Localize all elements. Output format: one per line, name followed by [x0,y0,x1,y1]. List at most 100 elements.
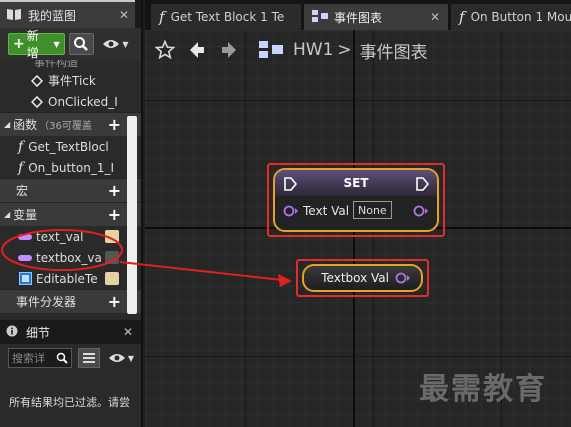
category-event-dispatchers[interactable]: 事件分发器 + [0,289,141,313]
chevron-down-icon: ▼ [53,39,60,49]
graph-icon [259,41,283,59]
category-label: 变量 [13,208,38,222]
category-label: 宏 [16,184,29,198]
add-macro-button[interactable]: + [108,181,121,200]
event-diamond-icon [30,74,44,88]
close-icon[interactable]: ✕ [123,325,133,339]
string-output-pin-icon[interactable] [395,272,411,284]
tree-item-variable[interactable]: textbox_va [0,247,141,268]
back-arrow-icon[interactable] [187,40,207,60]
breadcrumb-root[interactable]: HW1 [293,40,333,60]
tab-label: 事件图表 [334,10,383,25]
add-new-button[interactable]: + 新增 ▼ [8,29,65,60]
tree-item-function[interactable]: f Get_TextBlocl [0,136,141,157]
string-output-pin-icon[interactable] [413,205,429,217]
text-val-value-field[interactable]: None [353,201,392,219]
graph-toolbar: HW1 > 事件图表 [145,30,571,70]
details-tab[interactable]: 细节 ✕ [0,320,141,344]
eye-icon[interactable] [105,272,119,285]
tree-item-function[interactable]: f On_button_1_I [0,157,141,178]
details-search-input[interactable]: 搜索详 [8,348,72,368]
eye-icon [108,354,125,362]
tab-event-graph[interactable]: 事件图表 ✕ [304,4,448,30]
watermark-text: 最需教育 [419,372,547,407]
set-node-pins: Text Val None [275,177,437,230]
category-functions[interactable]: ◢ 函数 （36可覆盖 + [0,112,141,136]
pin-label-text-val: Text Val [303,204,350,218]
info-icon [6,325,18,340]
tree-item-event-tick[interactable]: 事件Tick [0,70,141,91]
textbox-val-get-node[interactable]: Textbox Val [296,259,429,297]
search-button[interactable] [68,33,94,55]
category-macros[interactable]: 宏 + [0,178,141,202]
details-tab-label: 细节 [26,325,51,340]
set-node[interactable]: SET Text Val None [267,163,445,237]
tree-item-label: EditableTe [36,271,98,286]
view-options-button[interactable]: ▼ [106,347,136,369]
tab-get-text-block[interactable]: f Get Text Block 1 Te [151,4,301,30]
function-icon: f [459,8,465,26]
star-icon[interactable] [155,40,175,60]
event-diamond-icon [30,95,44,109]
tree-item-label: textbox_va [36,250,102,265]
get-node-label: Textbox Val [321,271,389,285]
tree-item-label: text_val [36,229,84,244]
my-blueprint-tab-bar: 我的蓝图 ✕ [0,0,141,28]
add-dispatcher-button[interactable]: + [108,292,121,311]
add-variable-button[interactable]: + [108,205,121,224]
my-blueprint-tab[interactable]: 我的蓝图 ✕ [0,0,135,28]
add-function-button[interactable]: + [108,115,121,134]
function-icon: f [18,159,24,176]
category-variables[interactable]: ◢ 变量 + [0,202,141,226]
property-matrix-button[interactable] [78,348,100,368]
tree-item-label: 事件构造 [34,60,78,69]
forward-arrow-icon[interactable] [219,40,239,60]
close-icon[interactable]: ✕ [119,8,129,22]
search-icon [56,352,68,364]
view-options-button[interactable]: ▼ [98,33,133,55]
visibility-toggle-icon[interactable] [105,230,119,243]
category-label: 事件分发器 [16,295,77,309]
function-icon: f [159,8,165,26]
grid-icon [83,353,95,363]
set-node-title: SET [275,170,437,196]
tab-label: Get Text Block 1 Te [170,10,285,24]
blueprint-tree: 事件构造 事件Tick OnClicked_I ◢ 函数 （36可覆盖 + f … [0,60,141,313]
document-tab-bar: f Get Text Block 1 Te 事件图表 ✕ f On Button… [145,0,571,30]
close-icon[interactable]: ✕ [430,10,440,24]
chevron-down-icon: ▼ [127,353,135,363]
details-toolbar: 搜索详 ▼ [0,344,141,372]
tree-item-onclicked[interactable]: OnClicked_I [0,91,141,112]
set-node-body: SET Text Val None [273,168,439,232]
tree-item-cut[interactable]: 事件构造 [0,60,141,70]
tree-item-label: On_button_1_I [28,160,114,175]
visibility-toggle-icon[interactable] [105,251,119,264]
exec-out-pin-icon[interactable] [415,176,429,192]
overridable-count: （36可覆盖 [39,121,92,132]
breadcrumb-current: 事件图表 [359,42,428,63]
event-graph-canvas[interactable]: HW1 > 事件图表 SET Text Val None Textbox Val… [145,30,571,427]
my-blueprint-panel: 我的蓝图 ✕ + 新增 ▼ ▼ 事件构造 事件Tick OnClicked_I [0,0,143,427]
plus-icon: + [13,36,25,52]
filter-message: 所有结果均已过滤。请尝 [9,396,130,409]
function-icon: f [18,138,24,155]
tree-item-variable[interactable]: text_val [0,226,141,247]
chevron-down-icon: ▼ [122,39,129,49]
my-blueprint-toolbar: + 新增 ▼ ▼ [0,28,141,60]
tree-item-variable[interactable]: EditableTe [0,268,141,289]
tree-item-label: Get_TextBlocl [28,139,109,154]
variable-pill-icon [18,251,32,265]
collapse-arrow-icon: ◢ [4,120,11,129]
graph-icon [312,9,328,25]
scrollbar[interactable] [127,116,137,314]
my-blueprint-tab-label: 我的蓝图 [28,8,77,23]
tree-item-label: 事件Tick [48,74,96,88]
exec-in-pin-icon[interactable] [283,176,297,192]
eye-icon [103,40,120,48]
widget-variable-icon [18,272,32,286]
collapse-arrow-icon: ◢ [4,210,11,219]
tab-on-button[interactable]: f On Button 1 Mou [451,4,571,30]
string-input-pin-icon[interactable] [283,205,299,217]
tree-item-label: OnClicked_I [48,94,118,109]
book-icon [6,7,22,24]
